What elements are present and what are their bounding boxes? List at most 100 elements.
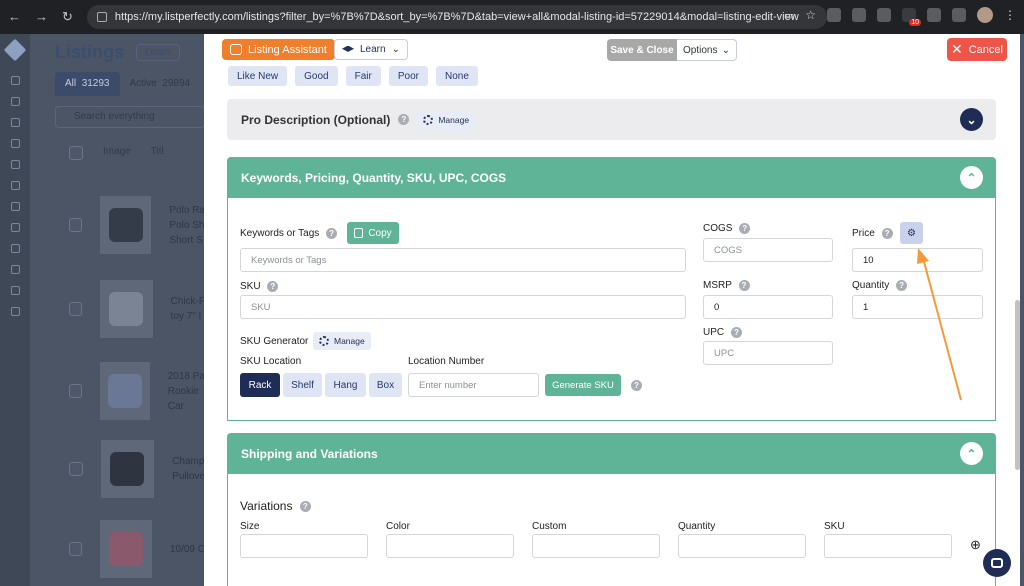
upc-input[interactable]: UPC xyxy=(703,341,833,365)
document-extension-icon[interactable] xyxy=(852,8,866,22)
row-title[interactable]: Polo Ra Polo Sh Short S xyxy=(169,203,205,248)
copy-button[interactable]: Copy xyxy=(347,222,399,244)
cogs-input[interactable]: COGS xyxy=(703,238,833,262)
condition-none[interactable]: None xyxy=(435,66,478,86)
location-rack-button[interactable]: Rack xyxy=(240,373,280,397)
help-icon[interactable]: ? xyxy=(398,114,410,125)
settings-icon[interactable] xyxy=(10,307,20,316)
variation-sku-input[interactable] xyxy=(824,534,952,558)
search-input[interactable]: Search everything xyxy=(55,106,205,128)
table-row[interactable]: Champ Pullove xyxy=(55,440,205,498)
modal-scrollbar[interactable] xyxy=(1015,300,1020,470)
browser-menu-icon[interactable]: ⋮ xyxy=(1004,8,1016,22)
select-all-checkbox[interactable] xyxy=(69,146,83,160)
condition-poor[interactable]: Poor xyxy=(388,66,428,86)
keywords-section-header[interactable]: Keywords, Pricing, Quantity, SKU, UPC, C… xyxy=(227,157,996,198)
row-title[interactable]: Champ Pullove xyxy=(172,454,205,484)
help-icon[interactable]: ? xyxy=(738,280,750,291)
price-analytics-icon[interactable]: ⚙ xyxy=(900,222,923,244)
tag-icon[interactable] xyxy=(10,202,20,211)
quantity-input[interactable]: 1 xyxy=(852,295,983,319)
variation-size-input[interactable] xyxy=(240,534,368,558)
listing-extension-icon[interactable]: 10 xyxy=(902,8,921,26)
collapse-chevron-icon[interactable]: ⌃ xyxy=(960,166,983,189)
help-icon[interactable]: ? xyxy=(299,501,311,513)
grid-icon[interactable] xyxy=(10,181,20,190)
table-row[interactable]: 2018 Pa Rookie Car xyxy=(55,362,205,420)
product-thumbnail[interactable] xyxy=(99,362,150,420)
shipping-section-header[interactable]: Shipping and Variations ⌃ xyxy=(227,433,996,474)
table-row[interactable]: 10/09 C xyxy=(55,520,205,578)
back-icon[interactable]: ← xyxy=(8,9,21,25)
pro-description-manage-button[interactable]: Manage xyxy=(417,110,476,129)
help-icon[interactable]: ? xyxy=(881,228,893,239)
help-icon[interactable]: ? xyxy=(896,280,908,291)
condition-fair[interactable]: Fair xyxy=(345,66,381,86)
save-close-button[interactable]: Save & Close xyxy=(607,39,677,61)
learn-dropdown[interactable]: Learn ⌄ xyxy=(334,39,408,60)
address-bar[interactable]: https://my.listperfectly.com/listings?fi… xyxy=(86,5,827,29)
help-icon[interactable]: ? xyxy=(326,228,338,239)
camera-extension-icon[interactable] xyxy=(827,8,841,22)
sku-input[interactable]: SKU xyxy=(240,295,686,319)
product-thumbnail[interactable] xyxy=(100,280,153,338)
site-info-icon[interactable] xyxy=(96,12,107,22)
inbox-icon[interactable] xyxy=(10,97,20,106)
rocket-icon[interactable] xyxy=(10,118,20,127)
product-thumbnail[interactable] xyxy=(100,520,152,578)
location-shelf-button[interactable]: Shelf xyxy=(283,373,322,397)
listings-icon[interactable] xyxy=(10,160,20,169)
row-title[interactable]: 2018 Pa Rookie Car xyxy=(168,369,205,414)
help-icon[interactable] xyxy=(10,265,20,274)
table-row[interactable]: Chick-F toy 7" I xyxy=(55,280,205,338)
product-thumbnail[interactable] xyxy=(100,196,152,254)
condition-like-new[interactable]: Like New xyxy=(228,66,288,86)
price-input[interactable]: 10 xyxy=(852,248,983,272)
condition-good[interactable]: Good xyxy=(295,66,338,86)
learn-button[interactable]: Learn xyxy=(136,44,180,61)
column-title[interactable]: Titl xyxy=(151,146,164,160)
location-box-button[interactable]: Box xyxy=(369,373,402,397)
help-icon[interactable]: ? xyxy=(267,281,279,292)
variation-color-input[interactable] xyxy=(386,534,514,558)
row-title[interactable]: 10/09 C xyxy=(170,542,205,557)
generate-sku-button[interactable]: Generate SKU xyxy=(545,374,621,396)
pro-description-header[interactable]: Pro Description (Optional) ? Manage ⌄ xyxy=(227,99,996,140)
keywords-input[interactable]: Keywords or Tags xyxy=(240,248,686,272)
user-icon[interactable] xyxy=(10,286,20,295)
reload-icon[interactable]: ↻ xyxy=(62,9,73,25)
options-dropdown[interactable]: Options ⌄ xyxy=(677,39,737,61)
chat-support-button[interactable] xyxy=(983,549,1011,577)
chart-icon[interactable] xyxy=(10,223,20,232)
sku-manage-button[interactable]: Manage xyxy=(313,332,371,350)
row-checkbox[interactable] xyxy=(69,384,82,398)
tab-active[interactable]: Active 29894 xyxy=(120,72,201,96)
profile-avatar[interactable] xyxy=(977,7,993,23)
extension-icon[interactable] xyxy=(877,8,891,22)
screen-cast-icon[interactable]: ▭ xyxy=(784,9,794,22)
column-image[interactable]: Image xyxy=(103,146,131,160)
variation-custom-input[interactable] xyxy=(532,534,660,558)
help-icon[interactable]: ? xyxy=(730,327,742,338)
list-icon[interactable] xyxy=(10,139,20,148)
row-checkbox[interactable] xyxy=(69,302,83,316)
row-checkbox[interactable] xyxy=(69,542,83,556)
variation-quantity-input[interactable] xyxy=(678,534,806,558)
media-icon[interactable] xyxy=(952,8,966,22)
help-icon[interactable]: ? xyxy=(739,223,751,234)
globe-icon[interactable] xyxy=(10,244,20,253)
forward-icon[interactable]: → xyxy=(35,9,48,25)
listing-assistant-button[interactable]: Listing Assistant xyxy=(222,39,335,60)
row-title[interactable]: Chick-F toy 7" I xyxy=(171,294,205,324)
home-icon[interactable] xyxy=(10,76,20,85)
row-checkbox[interactable] xyxy=(69,462,83,476)
puzzle-icon[interactable] xyxy=(927,8,941,22)
product-thumbnail[interactable] xyxy=(100,440,155,498)
bookmark-star-icon[interactable]: ☆ xyxy=(805,8,816,22)
expand-chevron-icon[interactable]: ⌄ xyxy=(960,108,983,131)
msrp-input[interactable]: 0 xyxy=(703,295,833,319)
help-icon[interactable]: ? xyxy=(631,380,642,391)
location-number-input[interactable]: Enter number xyxy=(408,373,539,397)
location-hang-button[interactable]: Hang xyxy=(325,373,366,397)
table-row[interactable]: Polo Ra Polo Sh Short S xyxy=(55,196,205,254)
